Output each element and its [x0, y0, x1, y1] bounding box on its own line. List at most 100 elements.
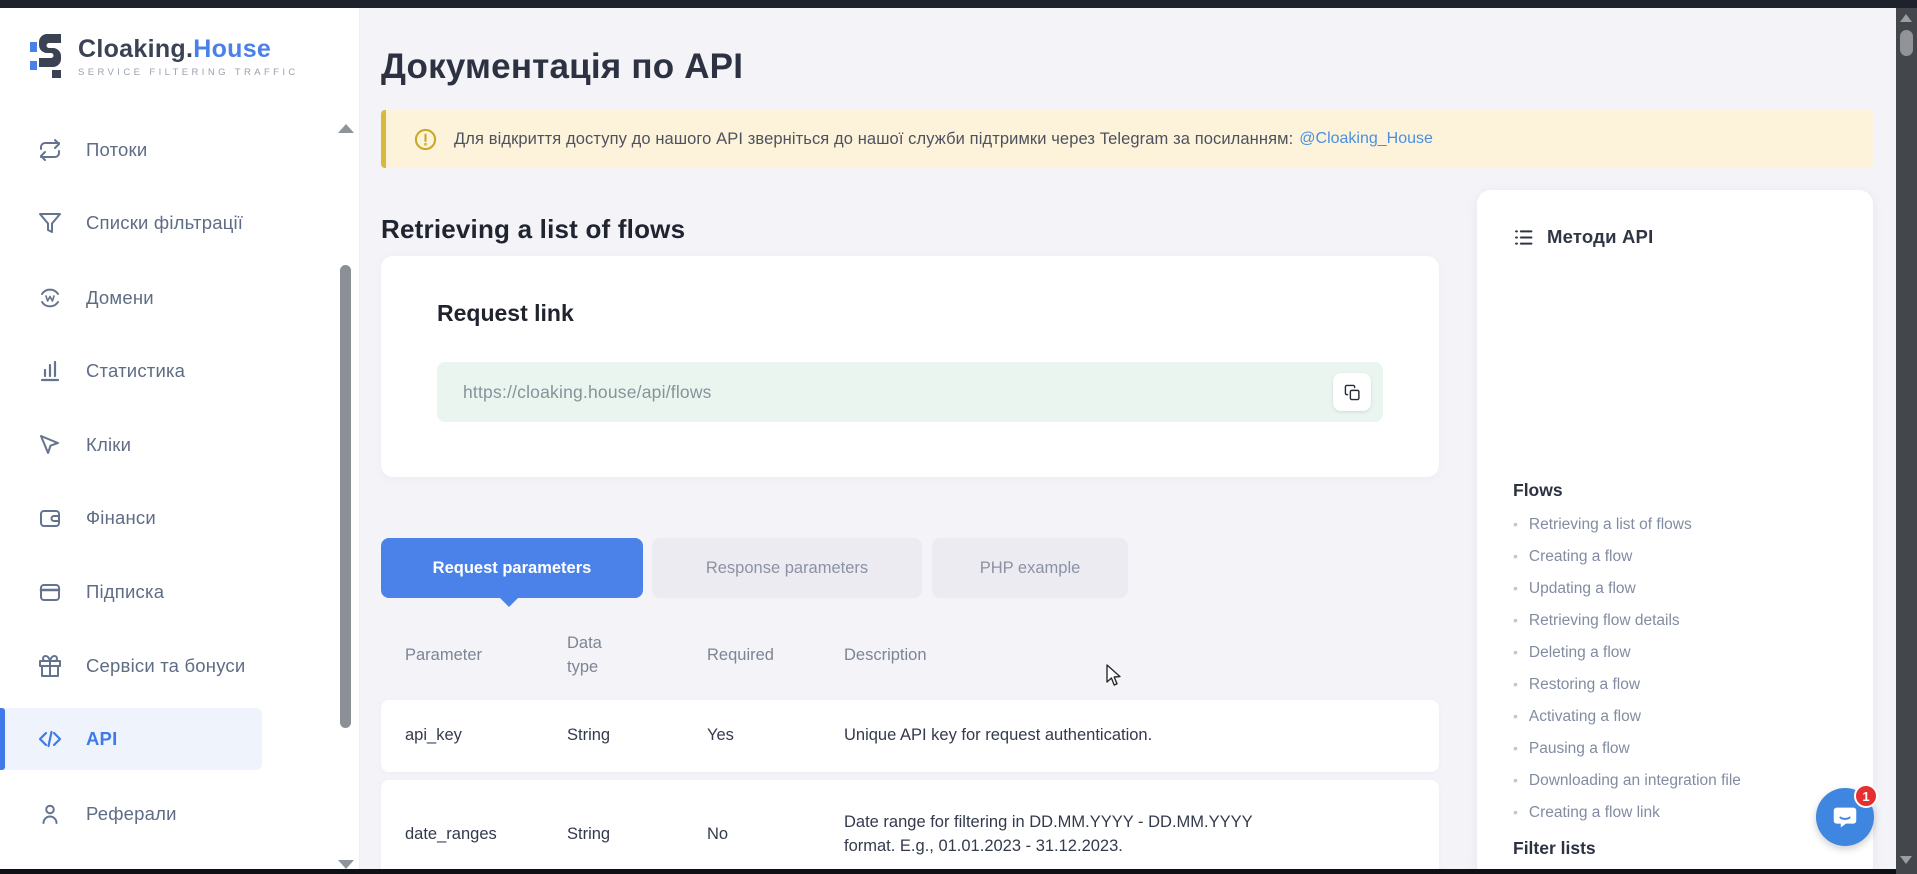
logo[interactable]: Cloaking.House SERVICE FILTERING TRAFFIC	[30, 32, 299, 80]
methods-list-flows: Retrieving a list of flows Creating a fl…	[1513, 508, 1741, 828]
copy-button[interactable]	[1333, 373, 1371, 411]
browser-scrollbar[interactable]	[1896, 8, 1917, 874]
sidebar-item-label: Реферали	[86, 803, 177, 825]
table-row: api_key String Yes Unique API key for re…	[381, 700, 1439, 772]
mouse-cursor	[1105, 664, 1127, 688]
logo-name-accent: House	[193, 35, 271, 63]
page-title: Документація по API	[381, 47, 743, 87]
sidebar-item-label: Статистика	[86, 360, 185, 382]
sidebar-scrollbar-thumb[interactable]	[340, 265, 351, 728]
referrals-icon	[38, 802, 62, 826]
flows-icon	[38, 138, 62, 162]
sidebar-item-label: Підписка	[86, 581, 164, 603]
sidebar-item-flows[interactable]: Потоки	[0, 122, 320, 178]
column-header-description: Description	[844, 622, 1284, 690]
sidebar-item-services[interactable]: Сервіси та бонуси	[0, 638, 320, 694]
method-link[interactable]: Creating a flow	[1513, 540, 1741, 572]
tab-request-parameters[interactable]: Request parameters	[381, 538, 643, 598]
browser-scrollbar-thumb[interactable]	[1900, 30, 1913, 56]
sidebar-item-api[interactable]: API	[0, 708, 262, 770]
sidebar-item-statistics[interactable]: Статистика	[0, 343, 320, 399]
cell-data-type: String	[567, 700, 629, 772]
sidebar-item-label: Домени	[86, 287, 154, 309]
methods-section-flows: Flows	[1513, 480, 1563, 501]
info-banner: Для відкриття доступу до нашого API звер…	[381, 110, 1873, 168]
tab-php-example[interactable]: PHP example	[932, 538, 1128, 598]
scroll-down-icon[interactable]	[1900, 856, 1912, 864]
method-link[interactable]: Updating a flow	[1513, 572, 1741, 604]
sidebar-item-subscription[interactable]: Підписка	[0, 564, 320, 620]
sidebar-item-label: Сервіси та бонуси	[86, 655, 245, 677]
bottom-chrome-strip	[0, 869, 1917, 874]
method-link[interactable]: Deleting a flow	[1513, 636, 1741, 668]
request-url-box: https://cloaking.house/api/flows	[437, 362, 1383, 422]
app-window: Cloaking.House SERVICE FILTERING TRAFFIC…	[0, 0, 1917, 874]
logo-text: Cloaking.House SERVICE FILTERING TRAFFIC	[78, 35, 299, 78]
method-link[interactable]: Retrieving flow details	[1513, 604, 1741, 636]
cell-parameter: date_ranges	[405, 780, 555, 874]
cell-required: No	[707, 780, 817, 874]
api-methods-header: Методи API	[1513, 226, 1653, 248]
method-link[interactable]: Restoring a flow	[1513, 668, 1741, 700]
logo-subtitle: SERVICE FILTERING TRAFFIC	[78, 67, 299, 78]
sidebar-item-domains[interactable]: Домени	[0, 270, 320, 326]
column-header-data-type: Data type	[567, 622, 629, 690]
api-icon	[38, 727, 62, 751]
tab-label: Request parameters	[433, 559, 592, 578]
sidebar-item-referrals[interactable]: Реферали	[0, 786, 320, 842]
methods-section-filter-lists: Filter lists	[1513, 838, 1596, 859]
warning-icon	[414, 128, 437, 151]
scroll-up-icon[interactable]	[1900, 14, 1912, 22]
method-link[interactable]: Retrieving a list of flows	[1513, 508, 1741, 540]
cell-description: Unique API key for request authenticatio…	[844, 700, 1284, 772]
sidebar-item-label: Списки фільтрації	[86, 212, 243, 234]
sidebar-item-label: Потоки	[86, 139, 147, 161]
api-methods-title: Методи API	[1547, 226, 1653, 248]
chat-unread-badge: 1	[1854, 784, 1878, 808]
services-icon	[38, 654, 62, 678]
copy-icon	[1344, 384, 1361, 401]
chat-bubble-icon	[1830, 802, 1860, 832]
api-methods-panel: Методи API Flows Retrieving a list of fl…	[1477, 190, 1873, 874]
active-indicator	[0, 708, 5, 770]
sidebar-scroll-down-icon[interactable]	[338, 860, 354, 869]
domains-icon	[38, 286, 62, 310]
method-link[interactable]: Pausing a flow	[1513, 732, 1741, 764]
subscription-icon	[38, 580, 62, 604]
tab-label: PHP example	[980, 559, 1081, 578]
tab-label: Response parameters	[706, 559, 868, 578]
tab-response-parameters[interactable]: Response parameters	[652, 538, 922, 598]
request-link-card: Request link https://cloaking.house/api/…	[381, 256, 1439, 477]
sidebar-item-finance[interactable]: Фінанси	[0, 490, 320, 546]
cell-parameter: api_key	[405, 700, 555, 772]
table-header-row: Parameter Data type Required Description	[381, 622, 1439, 690]
logo-name: Cloaking.	[78, 35, 193, 63]
cell-description: Date range for filtering in DD.MM.YYYY -…	[844, 780, 1284, 874]
sidebar-scroll-up-icon[interactable]	[338, 124, 354, 133]
table-row: date_ranges String No Date range for fil…	[381, 780, 1439, 874]
sidebar-item-label: Фінанси	[86, 507, 156, 529]
sidebar-item-filter-lists[interactable]: Списки фільтрації	[0, 195, 320, 251]
top-chrome-strip	[0, 0, 1917, 8]
section-title: Retrieving a list of flows	[381, 214, 685, 245]
request-link-title: Request link	[437, 300, 574, 327]
method-link[interactable]: Creating a flow link	[1513, 796, 1741, 828]
clicks-icon	[38, 433, 62, 457]
sidebar-item-label: API	[86, 728, 117, 750]
telegram-link[interactable]: @Cloaking_House	[1299, 130, 1433, 148]
cell-data-type: String	[567, 780, 629, 874]
banner-text: Для відкриття доступу до нашого API звер…	[454, 130, 1293, 149]
method-link[interactable]: Downloading an integration file	[1513, 764, 1741, 796]
request-url: https://cloaking.house/api/flows	[463, 382, 712, 403]
sidebar-item-clicks[interactable]: Кліки	[0, 417, 320, 473]
cell-required: Yes	[707, 700, 817, 772]
sidebar: Cloaking.House SERVICE FILTERING TRAFFIC…	[0, 8, 360, 874]
finance-icon	[38, 506, 62, 530]
sidebar-item-label: Кліки	[86, 434, 131, 456]
list-icon	[1513, 227, 1534, 248]
column-header-parameter: Parameter	[405, 622, 555, 690]
statistics-icon	[38, 359, 62, 383]
filter-icon	[38, 211, 62, 235]
chat-widget-button[interactable]: 1	[1816, 788, 1874, 846]
method-link[interactable]: Activating a flow	[1513, 700, 1741, 732]
